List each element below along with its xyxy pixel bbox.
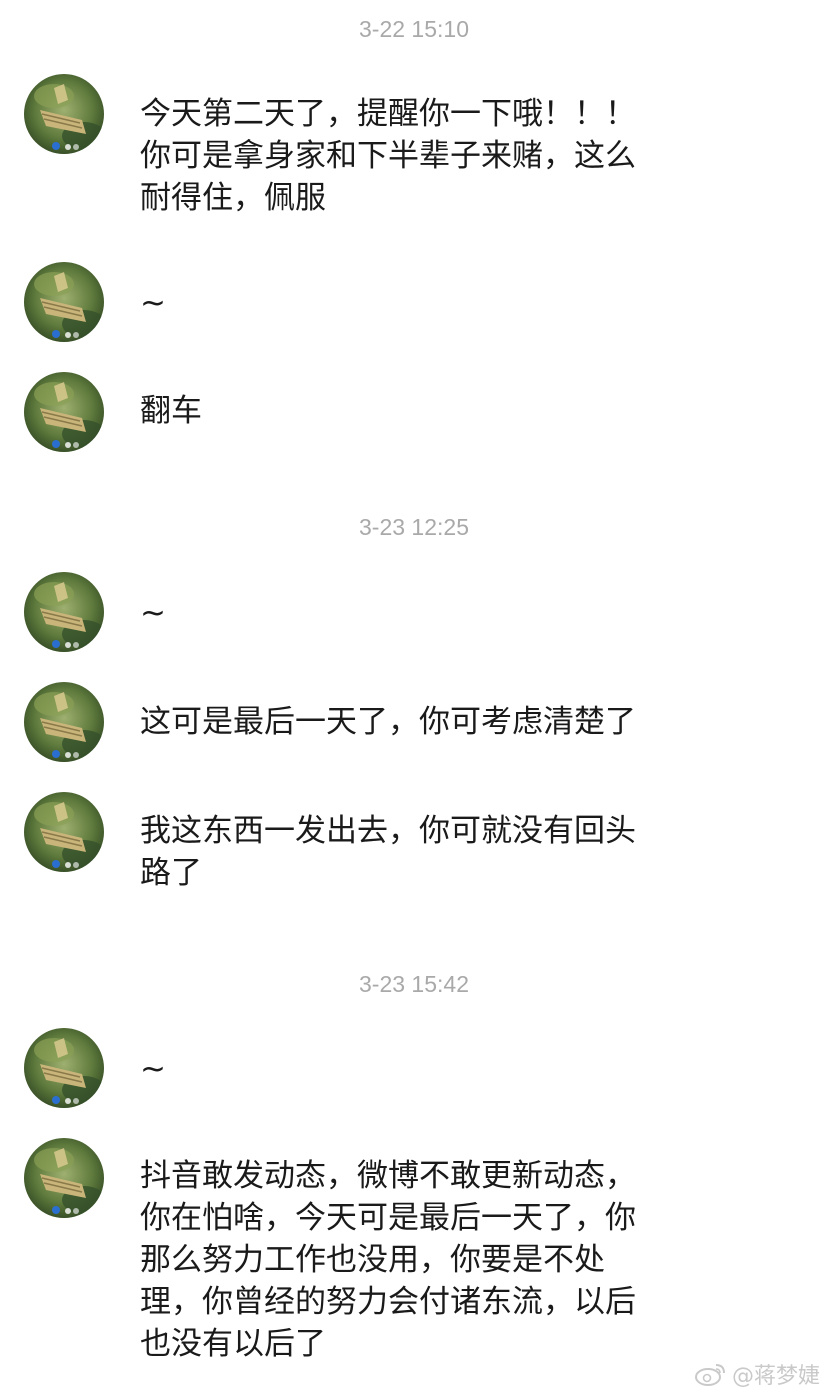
avatar[interactable] — [24, 792, 104, 872]
timestamp: 3-23 15:42 — [359, 971, 469, 997]
message-text: ~ — [140, 1051, 166, 1087]
timestamp: 3-23 12:25 — [359, 514, 469, 540]
message-text: 这可是最后一天了，你可考虑清楚了 — [140, 704, 636, 740]
avatar[interactable] — [24, 1028, 104, 1108]
message-text: 今天第二天了，提醒你一下哦！！！ 你可是拿身家和下半辈子来赌，这么 耐得住，佩服 — [140, 96, 636, 216]
weibo-icon — [694, 1364, 725, 1386]
avatar[interactable] — [24, 262, 104, 342]
message-text: 我这东西一发出去，你可就没有回头 路了 — [140, 813, 636, 891]
watermark: @蒋梦婕 — [694, 1358, 820, 1390]
message-text: 抖音敢发动态，微博不敢更新动态， 你在怕啥，今天可是最后一天了，你 那么努力工作… — [140, 1158, 636, 1362]
avatar[interactable] — [24, 372, 104, 452]
message-text: ~ — [140, 285, 166, 321]
timestamp: 3-22 15:10 — [359, 16, 469, 42]
avatar[interactable] — [24, 572, 104, 652]
watermark-text: @蒋梦婕 — [731, 1364, 820, 1389]
avatar[interactable] — [24, 1138, 104, 1218]
message-text: 翻车 — [140, 393, 202, 429]
avatar[interactable] — [24, 682, 104, 762]
avatar[interactable] — [24, 74, 104, 154]
message-text: ~ — [140, 595, 166, 631]
